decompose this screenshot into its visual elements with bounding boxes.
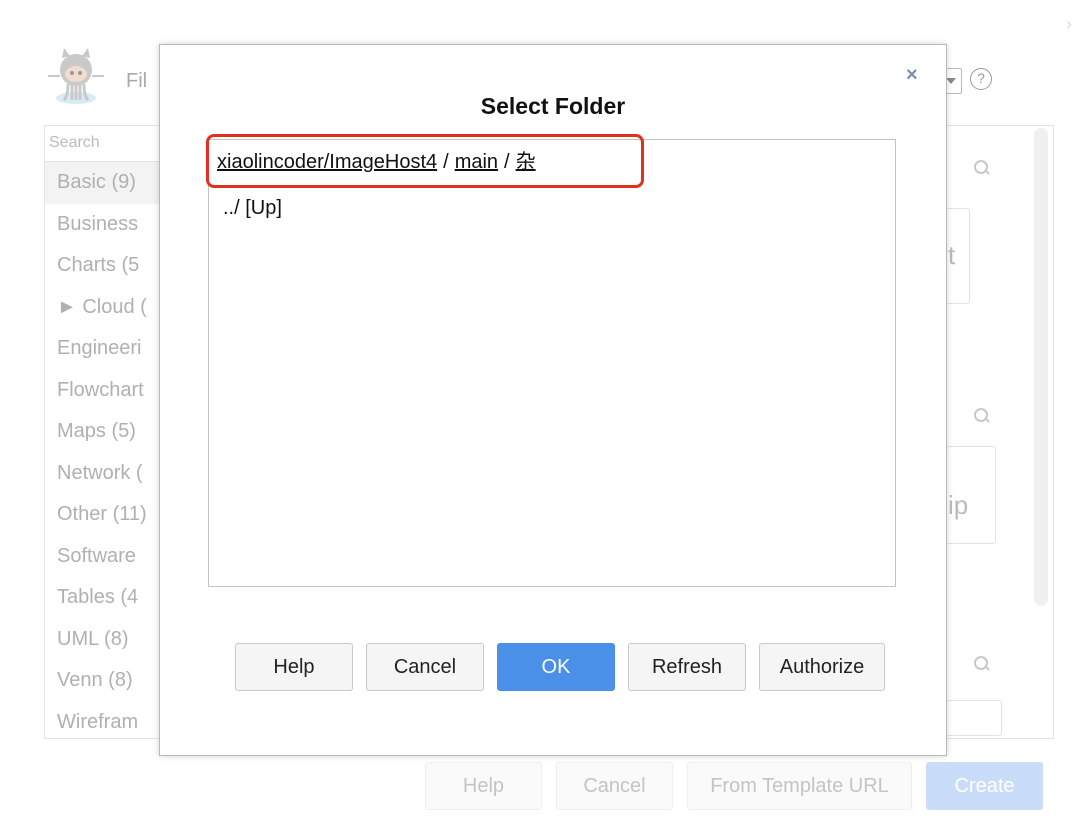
folder-up-link[interactable]: ../ [Up] <box>223 196 282 220</box>
authorize-button[interactable]: Authorize <box>759 643 885 691</box>
search-icon <box>972 406 992 426</box>
breadcrumb-folder-link[interactable]: 杂 <box>516 151 536 173</box>
breadcrumb-branch-link[interactable]: main <box>455 151 498 173</box>
background-scrollbar <box>1034 128 1048 606</box>
ok-button[interactable]: OK <box>497 643 615 691</box>
template-thumbnail-text: t <box>948 240 956 270</box>
template-thumbnail-text: ip <box>948 490 969 520</box>
background-cancel-button: Cancel <box>556 762 673 810</box>
from-template-url-button: From Template URL <box>687 762 912 810</box>
folder-list: xiaolincoder/ImageHost4 / main / 杂 ../ [Up] <box>208 139 896 587</box>
breadcrumb-repo-link[interactable]: xiaolincoder/ImageHost4 <box>217 151 437 173</box>
github-octocat-icon <box>48 48 104 104</box>
background-file-label: Fil <box>126 70 148 92</box>
create-button: Create <box>926 762 1043 810</box>
search-icon <box>972 654 992 674</box>
breadcrumb-separator: / <box>504 151 510 173</box>
dialog-title: Select Folder <box>480 93 626 119</box>
chevron-down-icon <box>946 78 956 84</box>
breadcrumb-separator: / <box>443 151 449 173</box>
background-help-button: Help <box>425 762 542 810</box>
help-button[interactable]: Help <box>235 643 353 691</box>
breadcrumb: xiaolincoder/ImageHost4 / main / 杂 <box>217 150 536 174</box>
search-icon <box>972 158 992 178</box>
background-close-icon: › <box>1066 14 1072 34</box>
template-thumbnail <box>946 700 1002 736</box>
refresh-button[interactable]: Refresh <box>628 643 746 691</box>
cancel-button[interactable]: Cancel <box>366 643 484 691</box>
select-folder-dialog: × Select Folder xiaolincoder/ImageHost4 /… <box>159 44 947 756</box>
help-icon: ? <box>970 68 992 90</box>
close-icon[interactable]: × <box>906 65 918 85</box>
